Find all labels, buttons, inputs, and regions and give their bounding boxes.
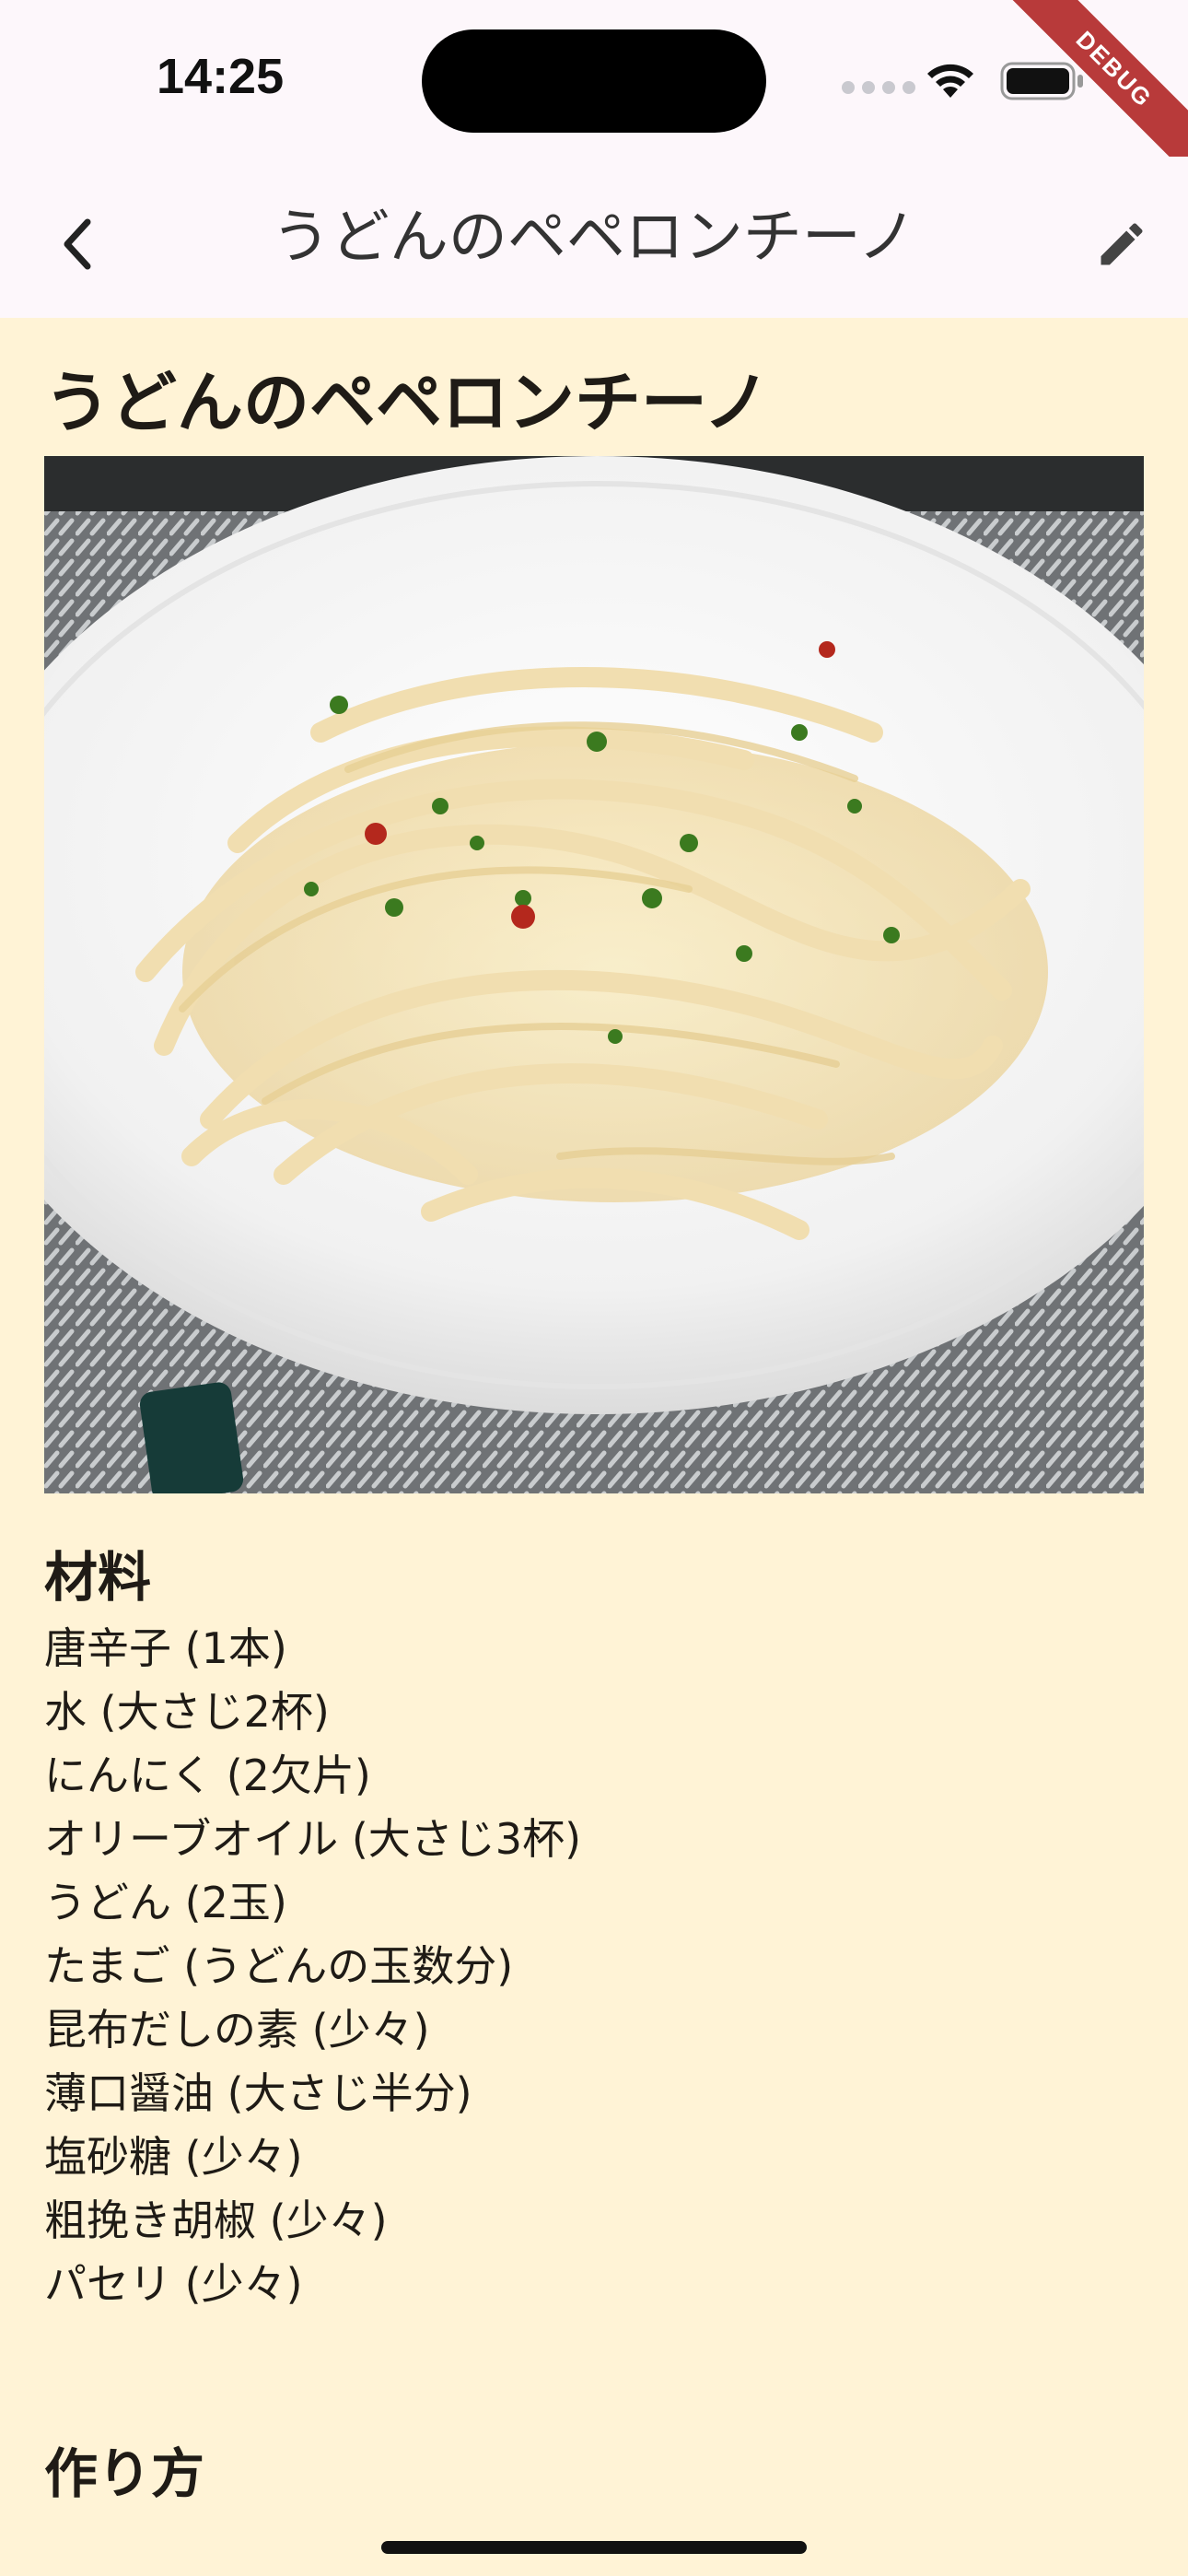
ingredient-item: うどん (2玉) <box>44 1878 287 1927</box>
home-indicator[interactable] <box>381 2541 807 2554</box>
ingredient-item: オリーブオイル (大さじ3杯) <box>44 1814 582 1864</box>
recipe-photo <box>44 456 1144 1493</box>
ingredients-heading: 材料 <box>44 1546 152 1609</box>
pencil-icon <box>1101 223 1143 265</box>
dynamic-island <box>422 29 766 133</box>
chevron-left-icon <box>64 218 91 270</box>
status-time: 14:25 <box>157 49 285 104</box>
ingredient-item: 唐辛子 (1本) <box>44 1623 287 1673</box>
udon-peperoncino-image <box>44 456 1144 1493</box>
ingredient-item: 塩砂糖 (少々) <box>44 2132 303 2182</box>
recipe-content: うどんのペペロンチーノ 材料 唐辛子 (1本) 水 (大さじ2杯) にんにく (… <box>44 318 1144 2506</box>
status-bar: 14:25 DEBUG <box>0 0 1188 183</box>
ingredient-item: 粗挽き胡椒 (少々) <box>44 2195 388 2245</box>
ingredient-item: 水 (大さじ2杯) <box>44 1687 330 1737</box>
cellular-signal-icon <box>842 81 915 94</box>
battery-icon <box>1000 62 1083 100</box>
recipe-title: うどんのペペロンチーノ <box>44 364 770 441</box>
ingredient-item: にんにく (2欠片) <box>44 1751 371 1800</box>
ingredient-item: 薄口醤油 (大さじ半分) <box>44 2068 472 2118</box>
ingredient-list: 唐辛子 (1本) 水 (大さじ2杯) にんにく (2欠片) オリーブオイル (大… <box>44 1617 1144 2316</box>
ingredient-item: パセリ (少々) <box>44 2259 303 2309</box>
edit-button[interactable] <box>1085 207 1159 281</box>
app-bar: うどんのペペロンチーノ <box>0 157 1188 318</box>
back-button[interactable] <box>42 207 116 281</box>
steps-heading: 作り方 <box>44 2442 205 2505</box>
app-bar-title: うどんのペペロンチーノ <box>271 204 917 272</box>
wifi-icon <box>927 64 973 98</box>
ingredient-item: たまご (うどんの玉数分) <box>44 1941 514 1991</box>
ingredient-item: 昆布だしの素 (少々) <box>44 2005 430 2055</box>
